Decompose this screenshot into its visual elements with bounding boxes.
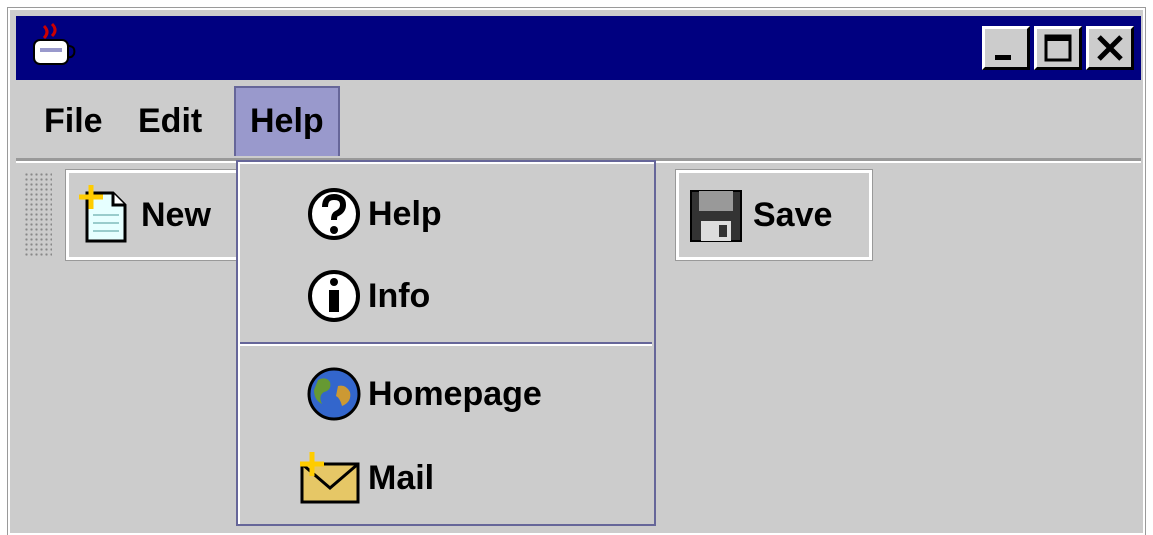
menu-bar: File Edit Help [16,82,1141,158]
close-button[interactable] [1086,26,1134,70]
menu-item-mail-label: Mail [368,458,435,497]
help-menu-popup: Help Info Homepage Mail [236,160,656,526]
menu-item-info-label: Info [368,276,431,315]
floppy-disk-icon [690,190,742,242]
menu-item-help[interactable]: Help [298,182,442,246]
menu-help[interactable]: Help [234,86,340,156]
java-cup-icon[interactable] [28,22,76,70]
new-document-icon [79,185,127,243]
menu-item-homepage[interactable]: Homepage [298,362,542,426]
save-button-label: Save [753,195,833,234]
question-icon [308,188,360,240]
minimize-icon [995,55,1011,60]
application-window: File Edit Help New Save Help Info Homepa… [7,7,1146,535]
menu-item-info[interactable]: Info [298,264,430,328]
save-button[interactable]: Save [675,169,873,261]
menu-item-help-label: Help [368,194,442,233]
menu-separator [240,342,652,346]
menu-file[interactable]: File [30,86,117,156]
maximize-button[interactable] [1034,26,1082,70]
toolbar-grip[interactable] [24,172,52,258]
mail-icon [300,452,360,504]
info-icon [308,270,360,322]
menu-item-homepage-label: Homepage [368,374,542,413]
menu-item-mail[interactable]: Mail [298,446,434,510]
title-bar[interactable] [16,16,1141,80]
new-button-label: New [141,195,211,234]
close-icon [1097,35,1123,61]
minimize-button[interactable] [982,26,1030,70]
menu-edit[interactable]: Edit [124,86,216,156]
globe-icon [307,367,361,421]
maximize-icon [1044,34,1072,62]
